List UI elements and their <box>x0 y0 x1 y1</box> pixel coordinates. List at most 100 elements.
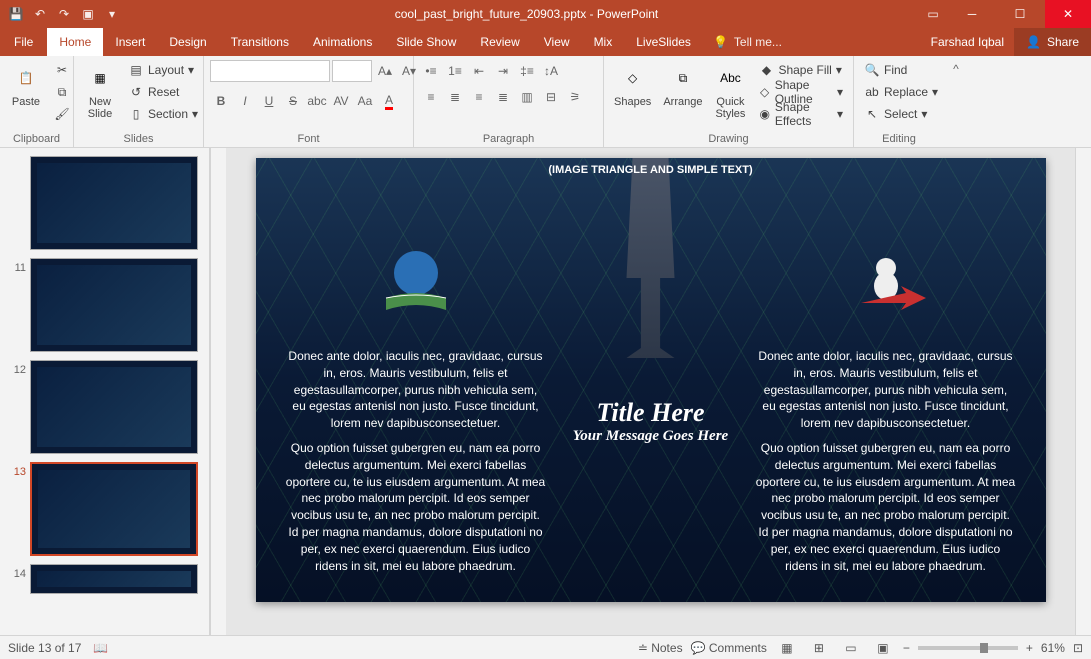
zoom-slider[interactable] <box>918 646 1018 650</box>
slide-thumbnail-12[interactable] <box>30 360 198 454</box>
slide-content[interactable]: (IMAGE TRIANGLE AND SIMPLE TEXT) Donec a… <box>256 158 1046 602</box>
comments-button[interactable]: 💬 Comments <box>691 641 767 655</box>
align-right-button[interactable]: ≡ <box>468 86 490 108</box>
user-name[interactable]: Farshad Iqbal <box>921 35 1014 49</box>
cut-icon: ✂ <box>54 62 70 78</box>
justify-button[interactable]: ≣ <box>492 86 514 108</box>
indent-inc-button[interactable]: ⇥ <box>492 60 514 82</box>
thumbnail-item[interactable]: 11 <box>0 254 209 356</box>
paste-button[interactable]: 📋Paste <box>6 60 46 110</box>
thumbnail-item[interactable] <box>0 152 209 254</box>
align-center-button[interactable]: ≣ <box>444 86 466 108</box>
spell-check-icon[interactable]: 📖 <box>93 641 108 655</box>
align-text-button[interactable]: ⊟ <box>540 86 562 108</box>
reading-view-button[interactable]: ▭ <box>839 638 863 658</box>
replace-button[interactable]: abReplace▾ <box>860 82 942 102</box>
transitions-tab[interactable]: Transitions <box>219 28 301 56</box>
shapes-button[interactable]: ◇Shapes <box>610 60 655 110</box>
numbering-button[interactable]: 1≡ <box>444 60 466 82</box>
normal-view-button[interactable]: ▦ <box>775 638 799 658</box>
slide-thumbnail-11[interactable] <box>30 258 198 352</box>
save-icon[interactable]: 💾 <box>8 6 24 22</box>
cut-button[interactable]: ✂ <box>50 60 74 80</box>
char-spacing-button[interactable]: AV <box>330 90 352 112</box>
thumbnail-item[interactable]: 12 <box>0 356 209 458</box>
layout-button[interactable]: ▤Layout▾ <box>124 60 202 80</box>
zoom-out-button[interactable]: − <box>903 641 910 655</box>
thumbnail-item[interactable]: 13 <box>0 458 209 560</box>
slideshow-view-button[interactable]: ▣ <box>871 638 895 658</box>
select-button[interactable]: ↖Select▾ <box>860 104 942 124</box>
grow-font-button[interactable]: A▴ <box>374 60 396 82</box>
change-case-button[interactable]: Aa <box>354 90 376 112</box>
brush-icon: 🖌 <box>54 106 70 122</box>
bold-button[interactable]: B <box>210 90 232 112</box>
fit-window-button[interactable]: ⊡ <box>1073 641 1083 655</box>
thumbnail-item[interactable]: 14 <box>0 560 209 598</box>
home-tab[interactable]: Home <box>47 28 103 56</box>
sorter-view-button[interactable]: ⊞ <box>807 638 831 658</box>
redo-icon[interactable]: ↷ <box>56 6 72 22</box>
undo-icon[interactable]: ↶ <box>32 6 48 22</box>
share-button[interactable]: 👤Share <box>1014 28 1091 56</box>
slide-thumbnail-14[interactable] <box>30 564 198 594</box>
new-slide-button[interactable]: ▦New Slide <box>80 60 120 122</box>
chevron-down-icon: ▾ <box>836 63 842 77</box>
maximize-button[interactable]: ☐ <box>997 0 1043 28</box>
shape-outline-button[interactable]: ◇Shape Outline▾ <box>754 82 847 102</box>
insert-tab[interactable]: Insert <box>103 28 157 56</box>
align-left-button[interactable]: ≡ <box>420 86 442 108</box>
zoom-in-button[interactable]: + <box>1026 641 1033 655</box>
tell-me-search[interactable]: 💡Tell me... <box>703 35 792 49</box>
shape-effects-button[interactable]: ◉Shape Effects▾ <box>754 104 847 124</box>
ribbon-options-icon[interactable]: ▭ <box>925 6 941 22</box>
start-show-icon[interactable]: ▣ <box>80 6 96 22</box>
thumbnail-scrollbar[interactable] <box>210 148 226 635</box>
line-spacing-button[interactable]: ‡≡ <box>516 60 538 82</box>
collapse-ribbon-button[interactable]: ^ <box>944 56 968 147</box>
minimize-button[interactable]: ─ <box>949 0 995 28</box>
quick-access-toolbar: 💾 ↶ ↷ ▣ ▾ <box>0 6 128 22</box>
view-tab[interactable]: View <box>532 28 582 56</box>
indent-dec-button[interactable]: ⇤ <box>468 60 490 82</box>
bulb-icon: 💡 <box>713 35 728 49</box>
shadow-button[interactable]: abc <box>306 90 328 112</box>
font-color-button[interactable]: A <box>378 90 400 112</box>
copy-button[interactable]: ⧉ <box>50 82 74 102</box>
format-painter-button[interactable]: 🖌 <box>50 104 74 124</box>
text-direction-button[interactable]: ↕A <box>540 60 562 82</box>
notes-button[interactable]: ≐ Notes <box>638 641 683 655</box>
file-tab[interactable]: File <box>0 28 47 56</box>
bullets-button[interactable]: •≡ <box>420 60 442 82</box>
slide-thumbnails-panel[interactable]: 11 12 13 14 <box>0 148 210 635</box>
qat-more-icon[interactable]: ▾ <box>104 6 120 22</box>
reset-button[interactable]: ↺Reset <box>124 82 202 102</box>
figure-arrow-icon <box>841 248 931 318</box>
arrange-button[interactable]: ⧉Arrange <box>659 60 706 110</box>
animations-tab[interactable]: Animations <box>301 28 384 56</box>
quick-styles-button[interactable]: AbcQuick Styles <box>710 60 750 122</box>
columns-button[interactable]: ▥ <box>516 86 538 108</box>
liveslides-tab[interactable]: LiveSlides <box>624 28 703 56</box>
slide-thumbnail-13-selected[interactable] <box>30 462 198 556</box>
slide-counter[interactable]: Slide 13 of 17 <box>8 641 81 655</box>
underline-button[interactable]: U <box>258 90 280 112</box>
vertical-scrollbar[interactable] <box>1075 148 1091 635</box>
canvas-viewport[interactable]: (IMAGE TRIANGLE AND SIMPLE TEXT) Donec a… <box>226 148 1075 635</box>
section-button[interactable]: ▯Section▾ <box>124 104 202 124</box>
mix-tab[interactable]: Mix <box>582 28 625 56</box>
chevron-down-icon: ▾ <box>188 63 194 77</box>
slide-thumbnail[interactable] <box>30 156 198 250</box>
close-button[interactable]: ✕ <box>1045 0 1091 28</box>
slideshow-tab[interactable]: Slide Show <box>384 28 468 56</box>
italic-button[interactable]: I <box>234 90 256 112</box>
smartart-button[interactable]: ⚞ <box>564 86 586 108</box>
font-size-select[interactable] <box>332 60 372 82</box>
shape-fill-button[interactable]: ◆Shape Fill▾ <box>754 60 847 80</box>
review-tab[interactable]: Review <box>468 28 531 56</box>
design-tab[interactable]: Design <box>157 28 218 56</box>
strikethrough-button[interactable]: S <box>282 90 304 112</box>
font-family-select[interactable] <box>210 60 330 82</box>
zoom-level[interactable]: 61% <box>1041 641 1065 655</box>
find-button[interactable]: 🔍Find <box>860 60 942 80</box>
